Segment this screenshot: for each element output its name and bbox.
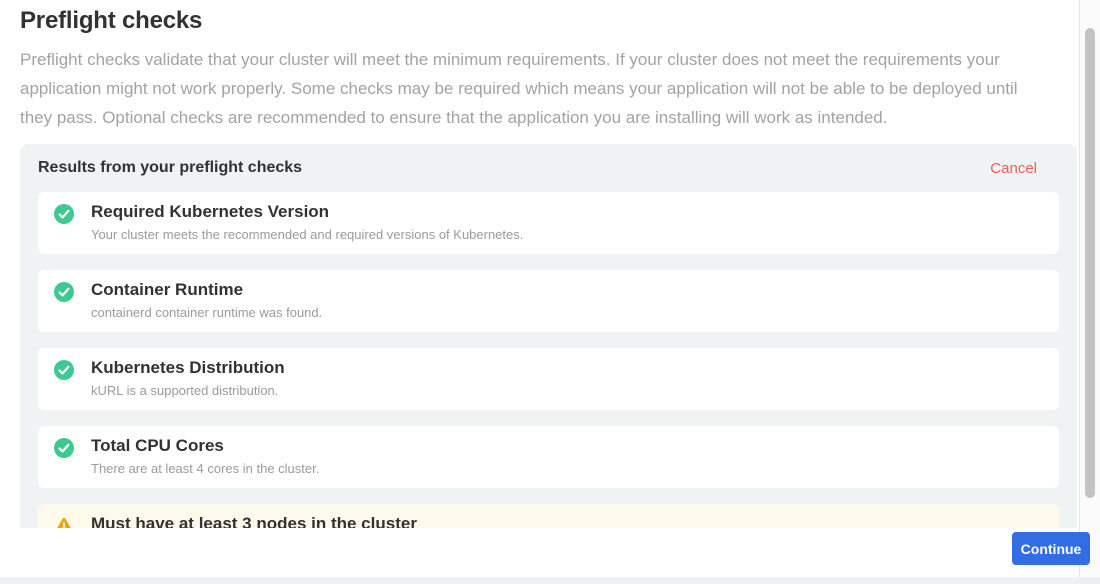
check-message: There are at least 4 cores in the cluste… — [91, 461, 319, 476]
check-circle-icon — [54, 282, 74, 302]
check-message: containerd container runtime was found. — [91, 305, 322, 320]
panel-heading: Results from your preflight checks — [38, 159, 302, 177]
continue-button[interactable]: Continue — [1012, 532, 1090, 565]
check-result-row: Kubernetes Distribution kURL is a suppor… — [38, 348, 1059, 410]
check-title: Total CPU Cores — [91, 436, 319, 456]
check-list: Required Kubernetes Version Your cluster… — [38, 192, 1059, 528]
check-circle-icon — [54, 204, 74, 224]
check-result-row: Container Runtime containerd container r… — [38, 270, 1059, 332]
check-message: Your cluster meets the recommended and r… — [91, 227, 523, 242]
scrollbar-thumb[interactable] — [1085, 28, 1095, 498]
cancel-link[interactable]: Cancel — [990, 160, 1037, 177]
check-title: Container Runtime — [91, 280, 322, 300]
panel-header: Results from your preflight checks Cance… — [38, 159, 1059, 177]
page-description: Preflight checks validate that your clus… — [0, 45, 1060, 132]
check-text: Total CPU Cores There are at least 4 cor… — [91, 436, 319, 476]
warning-triangle-icon — [54, 517, 74, 528]
main-content: Preflight checks Preflight checks valida… — [0, 0, 1078, 528]
check-circle-icon — [54, 438, 74, 458]
check-result-row: Required Kubernetes Version Your cluster… — [38, 192, 1059, 254]
check-result-row: Total CPU Cores There are at least 4 cor… — [38, 426, 1059, 488]
check-title: Must have at least 3 nodes in the cluste… — [91, 514, 417, 528]
page-title: Preflight checks — [0, 0, 1078, 35]
check-result-row: Must have at least 3 nodes in the cluste… — [38, 504, 1059, 528]
check-title: Required Kubernetes Version — [91, 202, 523, 222]
check-title: Kubernetes Distribution — [91, 358, 285, 378]
bottom-strip — [0, 577, 1100, 584]
preflight-results-panel: Results from your preflight checks Cance… — [20, 144, 1077, 528]
check-text: Required Kubernetes Version Your cluster… — [91, 202, 523, 242]
vertical-scrollbar[interactable] — [1079, 0, 1100, 577]
check-message: kURL is a supported distribution. — [91, 383, 285, 398]
check-text: Kubernetes Distribution kURL is a suppor… — [91, 358, 285, 398]
check-text: Must have at least 3 nodes in the cluste… — [91, 514, 417, 528]
check-circle-icon — [54, 360, 74, 380]
check-text: Container Runtime containerd container r… — [91, 280, 322, 320]
